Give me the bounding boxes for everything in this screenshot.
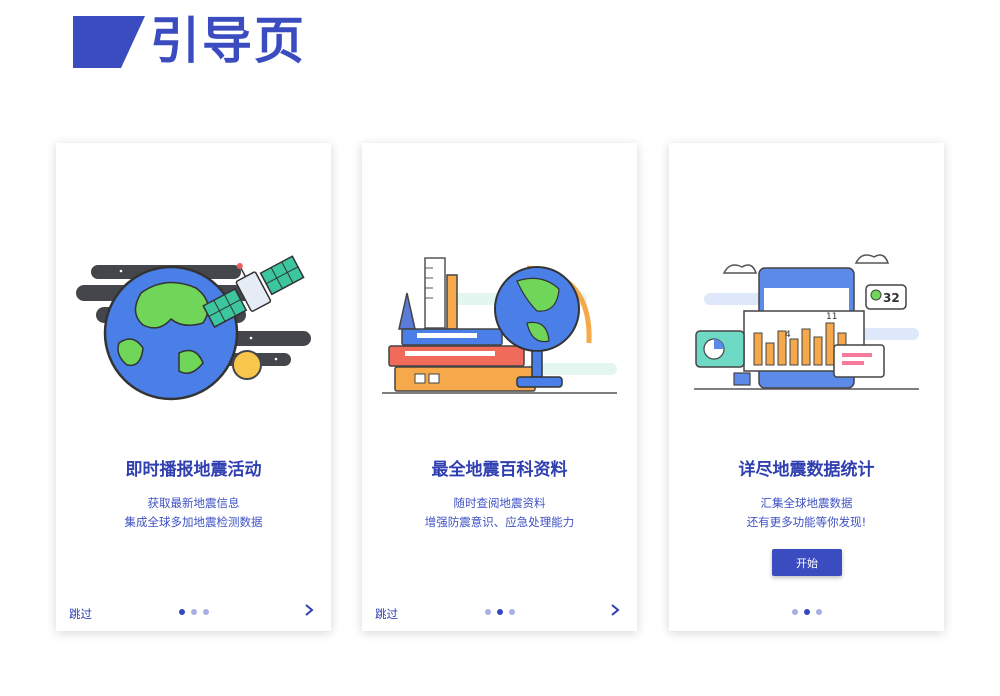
card-description-line2: 还有更多功能等你发现!: [746, 515, 867, 529]
card-title: 即时播报地震活动: [125, 460, 262, 480]
card-description-line1: 随时查阅地震资料: [453, 496, 546, 510]
page-dot-active[interactable]: [496, 609, 503, 615]
page-dot[interactable]: [791, 609, 798, 615]
card-title: 最全地震百科资料: [431, 460, 568, 480]
page-dot[interactable]: [815, 609, 822, 615]
page-title: 引导页: [150, 12, 306, 70]
page-dot[interactable]: [202, 609, 209, 615]
page-indicator: [56, 609, 331, 615]
page-dot-active[interactable]: [803, 609, 810, 615]
svg-text:4: 4: [785, 330, 791, 340]
page-dot[interactable]: [484, 609, 491, 615]
onboarding-card-1: 即时播报地震活动 获取最新地震信息 集成全球多加地震检测数据 跳过: [56, 143, 331, 631]
chevron-right-icon[interactable]: [303, 603, 315, 617]
start-button[interactable]: 开始: [772, 549, 842, 576]
card-description-line2: 集成全球多加地震检测数据: [124, 515, 263, 529]
chevron-right-icon[interactable]: [609, 603, 621, 617]
page-dot[interactable]: [508, 609, 515, 615]
page-dot-active[interactable]: [178, 609, 185, 615]
card-title: 详尽地震数据统计: [738, 460, 875, 480]
onboarding-card-2: 最全地震百科资料 随时查阅地震资料 增强防震意识、应急处理能力 跳过: [362, 143, 637, 631]
books-globe-illustration: [382, 257, 617, 394]
card-description-line1: 获取最新地震信息: [147, 496, 240, 510]
svg-text:11: 11: [826, 312, 837, 322]
data-statistics-illustration: 4 11 32: [694, 254, 919, 390]
guide-page: 引导页 即时播报地震活动 获取最新地震信息 集成全球多加地震检测数据 跳过 最全…: [0, 0, 1000, 696]
title-parallelogram-icon: [73, 16, 145, 68]
earth-satellite-illustration: [76, 255, 311, 401]
card-description-line1: 汇集全球地震数据: [760, 496, 853, 510]
onboarding-card-3: 4 11 32 详尽地震数据统计 汇集全球地震数据 还有更多功能等你发现! 开始: [669, 143, 944, 631]
page-indicator: [362, 609, 637, 615]
page-indicator: [669, 609, 944, 615]
card-description-line2: 增强防震意识、应急处理能力: [424, 515, 575, 529]
page-dot[interactable]: [190, 609, 197, 615]
svg-text:32: 32: [883, 291, 900, 305]
